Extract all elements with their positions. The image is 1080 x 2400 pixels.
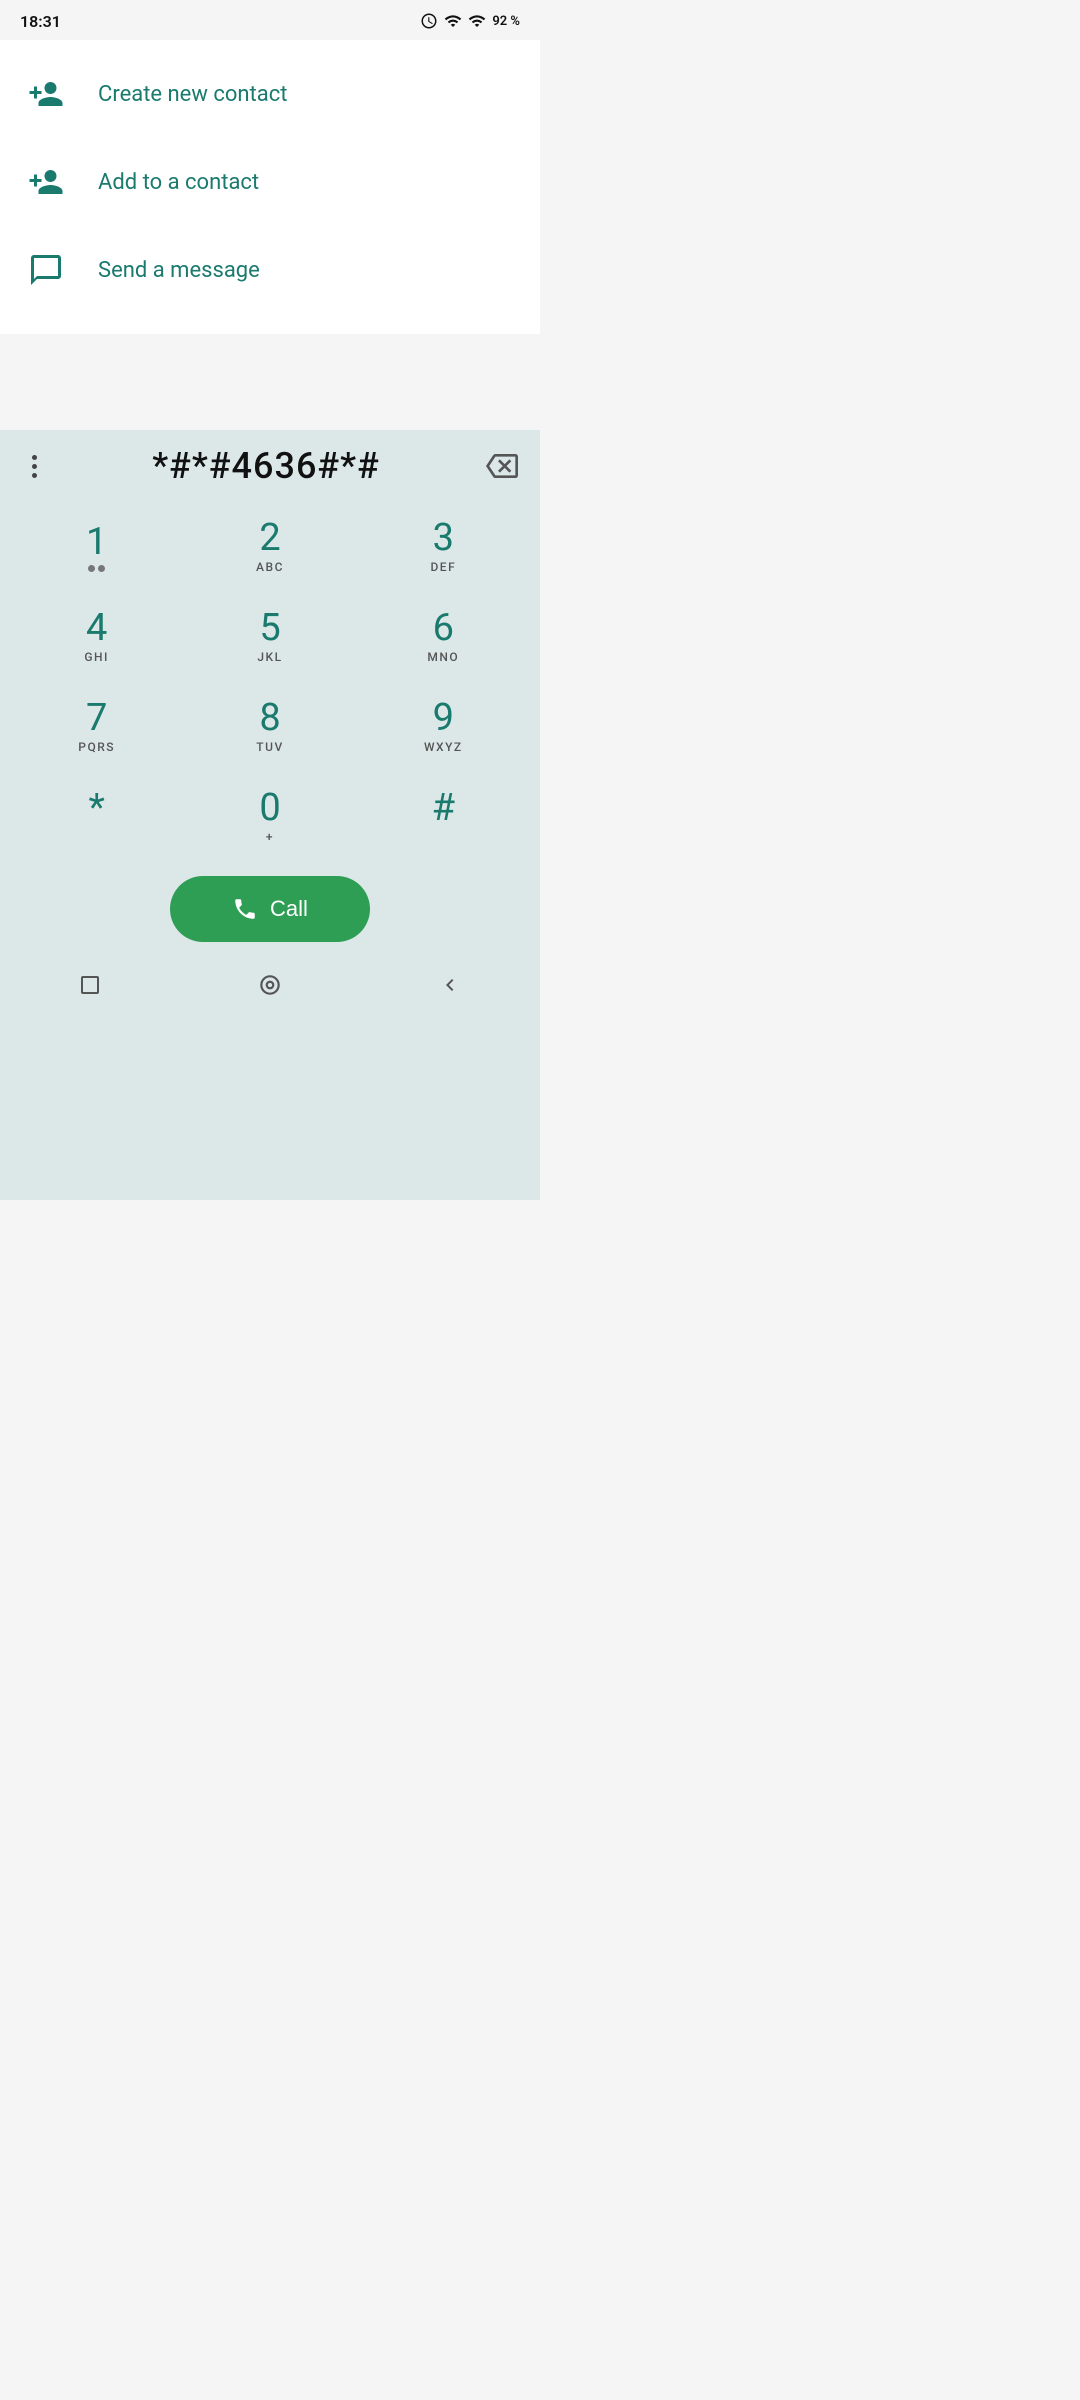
backspace-button[interactable] <box>480 444 524 488</box>
key-1-button[interactable]: 1 <box>10 502 183 592</box>
dial-number-display: *#*#4636#*# <box>52 445 480 487</box>
back-button[interactable] <box>428 963 472 1007</box>
dial-display-row: *#*#4636#*# <box>0 430 540 502</box>
key-3-sub: DEF <box>430 560 456 576</box>
key-2-sub: ABC <box>256 560 284 576</box>
key-3-main: 3 <box>433 518 454 560</box>
key-6-sub: MNO <box>427 650 459 666</box>
key-4-main: 4 <box>86 608 107 650</box>
key-5-main: 5 <box>259 608 280 650</box>
navigation-bar <box>0 952 540 1022</box>
key-6-button[interactable]: 6MNO <box>357 592 530 682</box>
signal-icon <box>444 12 462 30</box>
send-message-label: Send a message <box>98 258 260 283</box>
dialpad-section: *#*#4636#*# 12ABC3DEF4GHI5JKL6MNO7PQRS8T… <box>0 430 540 1200</box>
key-star-button[interactable]: * <box>10 772 183 862</box>
key-1-main: 1 <box>86 522 107 564</box>
key-9-main: 9 <box>433 698 454 740</box>
key-4-sub: GHI <box>84 650 109 666</box>
key-5-sub: JKL <box>257 650 282 666</box>
call-button-label: Call <box>270 896 308 922</box>
key-hash-button[interactable]: # <box>357 772 530 862</box>
call-button[interactable]: Call <box>170 876 370 942</box>
add-to-contact-item[interactable]: Add to a contact <box>0 138 540 226</box>
create-contact-label: Create new contact <box>98 82 287 107</box>
status-time: 18:31 <box>20 12 61 31</box>
battery-indicator: 92 % <box>492 14 520 29</box>
add-contact-label: Add to a contact <box>98 170 259 195</box>
message-icon <box>24 248 68 292</box>
key-6-main: 6 <box>433 608 454 650</box>
key-*-main: * <box>88 788 104 830</box>
create-new-contact-item[interactable]: Create new contact <box>0 50 540 138</box>
key-0-button[interactable]: 0+ <box>183 772 356 862</box>
contact-menu: Create new contact Add to a contact Send… <box>0 40 540 334</box>
recent-apps-button[interactable] <box>68 963 112 1007</box>
key-5-button[interactable]: 5JKL <box>183 592 356 682</box>
key-7-sub: PQRS <box>78 740 115 756</box>
key-9-button[interactable]: 9WXYZ <box>357 682 530 772</box>
key-8-main: 8 <box>259 698 280 740</box>
key-2-main: 2 <box>259 518 280 560</box>
call-button-row: Call <box>0 862 540 952</box>
key-0-main: 0 <box>259 788 280 830</box>
key-8-button[interactable]: 8TUV <box>183 682 356 772</box>
key-0-sub: + <box>266 830 274 846</box>
home-button[interactable] <box>248 963 292 1007</box>
more-options-button[interactable] <box>16 448 52 484</box>
key-3-button[interactable]: 3DEF <box>357 502 530 592</box>
status-icons: 92 % <box>420 12 520 30</box>
key-7-main: 7 <box>86 698 107 740</box>
key-4-button[interactable]: 4GHI <box>10 592 183 682</box>
add-contact-icon <box>24 160 68 204</box>
key-8-sub: TUV <box>256 740 283 756</box>
status-bar: 18:31 92 % <box>0 0 540 40</box>
alarm-icon <box>420 12 438 30</box>
key-7-button[interactable]: 7PQRS <box>10 682 183 772</box>
create-contact-icon <box>24 72 68 116</box>
send-message-item[interactable]: Send a message <box>0 226 540 314</box>
key-#-main: # <box>432 788 455 830</box>
wifi-icon <box>468 12 486 30</box>
key-9-sub: WXYZ <box>424 740 463 756</box>
key-2-button[interactable]: 2ABC <box>183 502 356 592</box>
keypad-grid: 12ABC3DEF4GHI5JKL6MNO7PQRS8TUV9WXYZ*0+# <box>0 502 540 862</box>
